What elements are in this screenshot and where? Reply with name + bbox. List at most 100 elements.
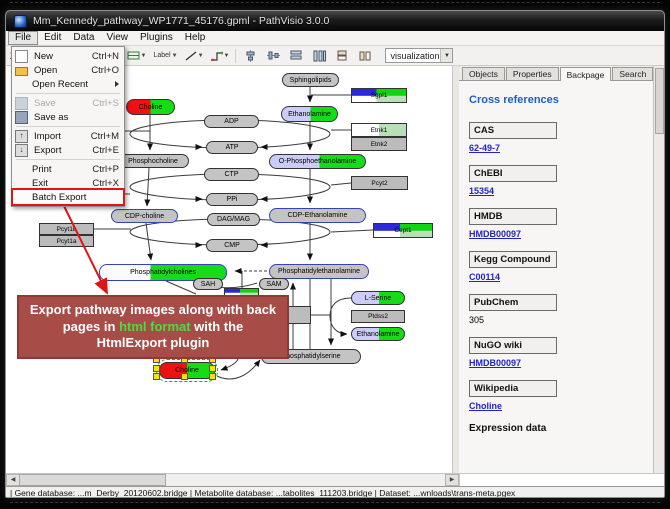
file-menu-item-save-as[interactable]: Save as xyxy=(13,110,123,124)
node-ethanolamine-top[interactable]: Ethanolamine xyxy=(281,106,338,122)
menu-file[interactable]: File xyxy=(8,31,38,45)
node-etnk1[interactable]: Etnk1 xyxy=(351,123,407,137)
connector-tool-button[interactable]: ▼ xyxy=(210,47,231,64)
file-menu-item-new[interactable]: NewCtrl+N xyxy=(13,49,123,63)
tab-properties[interactable]: Properties xyxy=(506,67,559,80)
node-ppi[interactable]: PPi xyxy=(206,193,258,206)
file-menu-item-batch-export[interactable]: Batch Export xyxy=(13,190,123,204)
frame-artifact-top xyxy=(10,2,660,3)
xref-link[interactable]: HMDB00097 xyxy=(469,358,521,368)
menu-plugins[interactable]: Plugins xyxy=(134,31,179,45)
menu-item-shortcut: Ctrl+O xyxy=(91,65,119,76)
node-ethanolamine-bottom[interactable]: Ethanolamine xyxy=(351,327,405,341)
node-l-serine[interactable]: L-Serine xyxy=(351,291,405,305)
stack-horizontal-button[interactable] xyxy=(356,47,374,64)
scrollbar-thumb[interactable] xyxy=(655,68,664,134)
tab-search[interactable]: Search xyxy=(612,67,653,80)
datanode-icon xyxy=(127,51,140,60)
xref-section-kegg-compound: Kegg Compound C00114 xyxy=(469,251,653,282)
node-pisd[interactable] xyxy=(287,306,311,324)
node-phosphatidylethanolamine[interactable]: Phosphatidylethanolamine xyxy=(269,264,369,279)
scrollbar-thumb[interactable] xyxy=(19,474,166,486)
visualization-combobox[interactable]: visualization ▼ xyxy=(385,48,453,63)
node-pcyt2[interactable]: Pcyt2 xyxy=(351,176,408,190)
datanode-tool-button[interactable]: ▼ xyxy=(126,47,148,64)
file-menu-item-open[interactable]: OpenCtrl+O xyxy=(13,63,123,77)
menu-item-shortcut: Ctrl+M xyxy=(91,131,119,142)
align-center-button[interactable] xyxy=(241,47,259,64)
label-tool-text: Label xyxy=(153,52,170,59)
file-menu-item-export[interactable]: ↓ExportCtrl+E xyxy=(13,143,123,157)
node-adp[interactable]: ADP xyxy=(204,115,259,128)
xref-source-name: Kegg Compound xyxy=(469,251,557,268)
common-width-button[interactable] xyxy=(310,47,328,64)
tab-objects[interactable]: Objects xyxy=(462,67,505,80)
menu-icon-spacer xyxy=(15,178,26,189)
file-menu-item-exit[interactable]: ExitCtrl+X xyxy=(13,176,123,190)
xref-link[interactable]: C00114 xyxy=(469,272,500,282)
align-center-icon xyxy=(245,50,256,62)
xref-source-name: HMDB xyxy=(469,208,557,225)
title-bar[interactable]: Mm_Kennedy_pathway_WP1771_45176.gpml - P… xyxy=(6,11,664,31)
visualization-dropdown-icon[interactable]: ▼ xyxy=(440,49,452,62)
side-panel: ObjectsPropertiesBackpageSearchLegend Cr… xyxy=(459,66,653,473)
file-menu-item-import[interactable]: ↑ImportCtrl+M xyxy=(13,129,123,143)
selection-handle[interactable] xyxy=(209,365,216,372)
node-etnk2[interactable]: Etnk2 xyxy=(351,137,407,151)
node-pcyt1a[interactable]: Pcyt1a xyxy=(39,235,94,247)
connector-icon xyxy=(211,51,223,61)
file-menu-item-print[interactable]: PrintCtrl+P xyxy=(13,162,123,176)
scroll-right-icon[interactable]: ▶ xyxy=(445,474,459,486)
selection-handle[interactable] xyxy=(153,373,160,380)
menu-item-label: New xyxy=(34,51,92,62)
node-choline-top[interactable]: Choline xyxy=(126,99,175,115)
callout-line: HtmlExport plugin xyxy=(97,335,210,352)
xref-section-nugo-wiki: NuGO wikiHMDB00097 xyxy=(469,337,653,368)
xref-link[interactable]: 62-49-7 xyxy=(469,143,500,153)
selection-handle[interactable] xyxy=(153,365,160,372)
panel-vertical-scrollbar[interactable] xyxy=(653,66,665,473)
stack-vertical-button[interactable] xyxy=(333,47,351,64)
node-atp[interactable]: ATP xyxy=(206,141,258,154)
menu-help[interactable]: Help xyxy=(179,31,212,45)
node-dag-mag[interactable]: DAG/MAG xyxy=(207,213,260,226)
xref-section-wikipedia: WikipediaCholine xyxy=(469,380,653,411)
menu-item-shortcut: Ctrl+S xyxy=(92,98,119,109)
node-sam[interactable]: SAM xyxy=(259,278,289,290)
align-middle-icon xyxy=(267,50,280,61)
selection-handle[interactable] xyxy=(181,373,188,380)
node-o-phosphoethanolamine[interactable]: O-Phosphoethanolamine xyxy=(269,154,366,169)
xref-link[interactable]: HMDB00097 xyxy=(469,229,521,239)
node-ptdss2[interactable]: Ptdss2 xyxy=(351,310,405,323)
menu-data[interactable]: Data xyxy=(67,31,100,45)
node-sgpl1[interactable]: Sgpl1 xyxy=(351,88,407,103)
line-tool-button[interactable]: ▼ xyxy=(184,47,205,64)
node-sah[interactable]: SAH xyxy=(193,278,223,290)
label-tool-button[interactable]: Label ▼ xyxy=(152,47,178,64)
node-sphingolipids[interactable]: Sphingolipids xyxy=(282,73,339,87)
scroll-left-icon[interactable]: ◀ xyxy=(6,474,20,486)
node-phosphocholine[interactable]: Phosphocholine xyxy=(117,154,189,168)
file-menu-item-open-recent[interactable]: Open Recent xyxy=(13,77,123,91)
node-pcyt1b[interactable]: Pcyt1b xyxy=(39,223,94,235)
node-ctp[interactable]: CTP xyxy=(204,168,259,181)
canvas-horizontal-scrollbar[interactable]: ◀ ▶ xyxy=(6,474,460,486)
node-cdp-choline[interactable]: CDP-choline xyxy=(111,209,178,223)
node-cept1[interactable]: Cept1 xyxy=(373,223,433,238)
xref-link[interactable]: 15354 xyxy=(469,186,494,196)
file-menu-item-save[interactable]: SaveCtrl+S xyxy=(13,96,123,110)
node-cmp[interactable]: CMP xyxy=(206,239,258,252)
xref-link[interactable]: Choline xyxy=(469,401,502,411)
menu-edit[interactable]: Edit xyxy=(38,31,67,45)
open-icon xyxy=(15,67,28,76)
common-height-button[interactable] xyxy=(287,47,305,64)
tab-backpage[interactable]: Backpage xyxy=(560,67,612,81)
bottom-scroll-row: ◀ ▶ xyxy=(6,473,664,486)
toolbar-separator xyxy=(235,49,236,63)
selection-handle[interactable] xyxy=(209,373,216,380)
menu-view[interactable]: View xyxy=(100,31,134,45)
node-cdp-ethanolamine[interactable]: CDP-Ethanolamine xyxy=(269,208,366,223)
align-middle-button[interactable] xyxy=(264,47,282,64)
app-window: Mm_Kennedy_pathway_WP1771_45176.gpml - P… xyxy=(5,10,665,498)
rows-icon xyxy=(290,50,302,61)
